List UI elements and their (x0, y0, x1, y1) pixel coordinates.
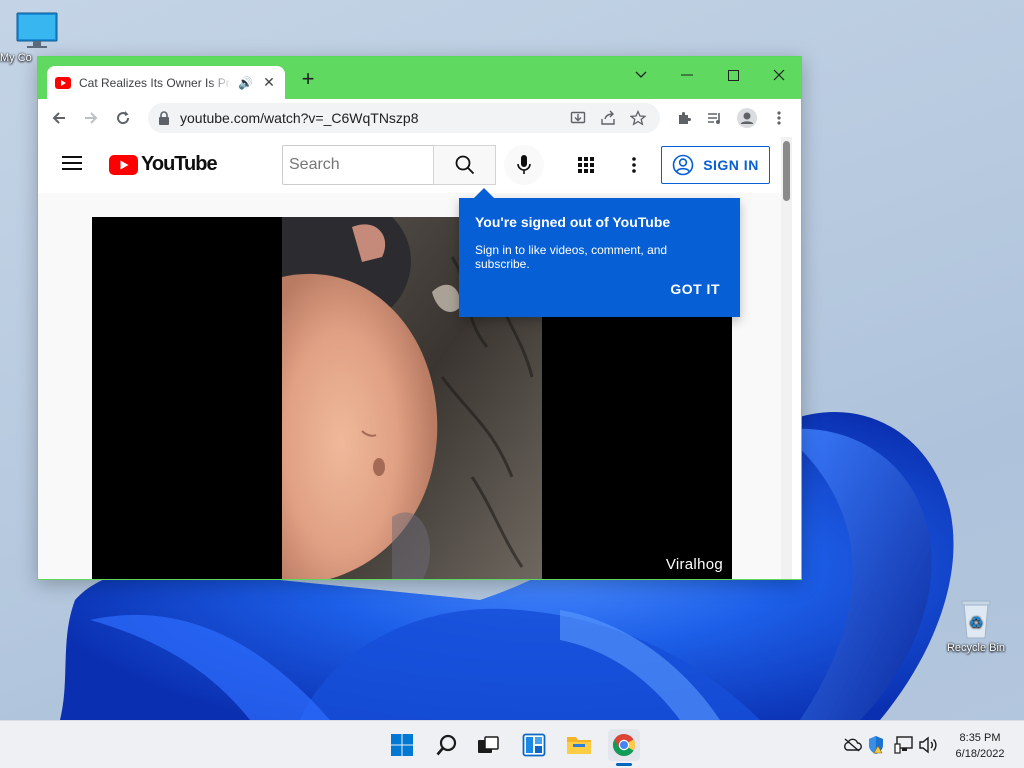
onedrive-offline-icon (844, 738, 862, 752)
browser-window: Cat Realizes Its Owner Is Pregnant 🔊 ✕ + (37, 56, 802, 580)
new-tab-button[interactable]: + (296, 68, 320, 92)
arrow-right-icon (85, 112, 98, 124)
guide-menu-button[interactable] (62, 155, 84, 175)
sign-in-label: SIGN IN (703, 157, 759, 173)
reload-icon (117, 111, 130, 125)
browser-toolbar: youtube.com/watch?v=_C6WqTNszp8 (38, 99, 801, 137)
close-icon (773, 69, 785, 81)
video-watermark: Viralhog (665, 556, 723, 573)
volume-icon (919, 736, 937, 754)
youtube-page: YouTube Search SIGN IN Viralhog You're s… (38, 137, 792, 579)
youtube-wordmark: YouTube (141, 153, 218, 175)
star-icon (630, 110, 646, 126)
start-button[interactable] (386, 729, 418, 761)
tray-defender[interactable] (866, 735, 886, 755)
media-controls-button[interactable] (700, 103, 730, 133)
youtube-favicon (55, 76, 71, 89)
share-icon (601, 110, 615, 125)
hamburger-menu-icon (62, 156, 82, 170)
tab-close-icon[interactable]: ✕ (261, 74, 277, 91)
desktop-icon-recycle-bin[interactable]: ♻ Recycle Bin (940, 598, 1012, 654)
close-window-button[interactable] (756, 61, 801, 89)
more-vert-icon (777, 111, 781, 125)
tray-onedrive[interactable] (842, 735, 862, 755)
popup-title: You're signed out of YouTube (475, 214, 671, 230)
svg-text:♻: ♻ (969, 613, 983, 632)
search-icon (455, 155, 474, 175)
defender-shield-icon (869, 736, 883, 754)
address-bar[interactable]: youtube.com/watch?v=_C6WqTNszp8 (148, 103, 660, 133)
url-text: youtube.com/watch?v=_C6WqTNszp8 (180, 110, 419, 126)
tray-network[interactable] (894, 735, 914, 755)
minimize-button[interactable] (664, 61, 710, 89)
maximize-icon (727, 69, 739, 81)
task-view-button[interactable] (472, 729, 504, 761)
tab-active[interactable]: Cat Realizes Its Owner Is Pregnant 🔊 ✕ (47, 66, 285, 99)
extensions-button[interactable] (669, 103, 699, 133)
bookmark-button[interactable] (624, 106, 652, 130)
page-scrollbar[interactable] (781, 137, 792, 579)
lock-icon (159, 111, 169, 125)
youtube-apps-button[interactable] (570, 149, 602, 181)
system-clock[interactable]: 8:35 PM 6/18/2022 (944, 730, 1016, 762)
taskbar: 8:35 PM 6/18/2022 (0, 720, 1024, 768)
audio-playing-icon[interactable]: 🔊 (238, 76, 253, 90)
clock-time: 8:35 PM (959, 732, 1001, 744)
task-view-icon (478, 736, 499, 753)
arrow-left-icon (52, 112, 65, 124)
tab-search-button[interactable] (618, 61, 664, 89)
tray-volume[interactable] (918, 735, 938, 755)
got-it-button[interactable]: GOT IT (670, 281, 720, 297)
puzzle-icon (679, 112, 691, 124)
file-explorer-icon (567, 737, 591, 754)
file-explorer-button[interactable] (563, 729, 595, 761)
popup-body: Sign in to like videos, comment, and sub… (475, 243, 668, 271)
computer-icon (16, 12, 58, 48)
signed-out-popup: You're signed out of YouTube Sign in to … (459, 188, 740, 317)
clock-date: 6/18/2022 (955, 748, 1005, 760)
chrome-icon (613, 734, 635, 756)
account-circle-icon (672, 154, 694, 176)
youtube-play-logo-icon (109, 154, 138, 175)
voice-search-button[interactable] (504, 145, 544, 185)
tab-title: Cat Realizes Its Owner Is Pregnant (79, 75, 232, 90)
forward-button[interactable] (76, 103, 106, 133)
desktop-icon-label: Recycle Bin (946, 642, 1006, 654)
more-vert-icon (632, 157, 636, 173)
search-icon (436, 734, 457, 756)
search-box[interactable] (282, 145, 434, 185)
tab-strip: Cat Realizes Its Owner Is Pregnant 🔊 ✕ + (38, 57, 801, 99)
sign-in-button[interactable]: SIGN IN (661, 146, 770, 184)
back-button[interactable] (44, 103, 74, 133)
avatar-icon (737, 108, 757, 128)
microphone-icon (517, 155, 531, 174)
minimize-icon (681, 74, 693, 76)
omnibox-actions (564, 106, 652, 130)
apps-grid-icon (578, 157, 594, 173)
windows-start-icon (391, 734, 413, 756)
search-button[interactable] (433, 145, 496, 185)
search-input[interactable] (289, 156, 433, 174)
youtube-logo[interactable]: YouTube (109, 153, 218, 176)
profile-button[interactable] (732, 103, 762, 133)
widgets-button[interactable] (518, 729, 550, 761)
media-queue-icon (708, 113, 720, 124)
maximize-button[interactable] (710, 61, 756, 89)
install-app-button[interactable] (564, 106, 592, 130)
chrome-taskbar-button[interactable] (608, 729, 640, 761)
active-app-indicator (616, 763, 632, 766)
settings-menu-button[interactable] (618, 149, 650, 181)
taskbar-search-button[interactable] (431, 729, 463, 761)
install-icon (570, 111, 586, 124)
network-icon (894, 736, 913, 754)
browser-menu-button[interactable] (764, 103, 794, 133)
widgets-icon (522, 733, 546, 757)
scrollbar-thumb[interactable] (783, 141, 790, 201)
chevron-down-icon (635, 71, 647, 78)
reload-button[interactable] (108, 103, 138, 133)
share-button[interactable] (594, 106, 622, 130)
recycle-bin-icon: ♻ (961, 600, 991, 639)
youtube-header: YouTube Search SIGN IN (38, 137, 792, 193)
